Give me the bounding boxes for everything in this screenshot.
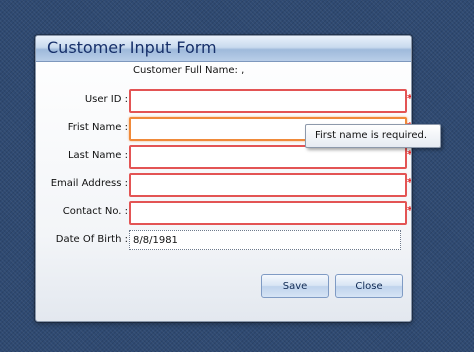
close-button[interactable]: Close [335, 274, 403, 298]
contact-no-label: Contact No. : [62, 206, 128, 217]
validation-tooltip: First name is required. [305, 124, 441, 148]
required-marker: * [407, 204, 411, 217]
date-of-birth-input[interactable] [132, 232, 372, 248]
customer-input-form: Customer Input Form Customer Full Name: … [35, 35, 412, 322]
save-button[interactable]: Save [261, 274, 329, 298]
email-address-input[interactable] [129, 173, 407, 197]
date-of-birth-row: Date Of Birth : 15 [36, 230, 411, 254]
required-marker: * [407, 92, 411, 105]
first-name-label: Frist Name : [67, 122, 128, 133]
last-name-label: Last Name : [67, 150, 128, 161]
contact-no-input[interactable] [129, 201, 407, 225]
email-address-label: Email Address : [50, 178, 128, 189]
email-address-row: Email Address : * [36, 173, 411, 197]
last-name-row: Last Name : * [36, 145, 411, 169]
user-id-input[interactable] [129, 89, 407, 113]
contact-no-row: Contact No. : * [36, 201, 411, 225]
last-name-input[interactable] [129, 145, 407, 169]
customer-full-name-summary: Customer Full Name: , [133, 65, 245, 76]
title-bar: Customer Input Form [36, 36, 411, 62]
user-id-row: User ID : * [36, 89, 411, 113]
form-title: Customer Input Form [47, 38, 217, 57]
date-of-birth-label: Date Of Birth : [55, 234, 128, 245]
date-of-birth-picker[interactable]: 15 [129, 230, 401, 250]
required-marker: * [407, 148, 411, 161]
user-id-label: User ID : [84, 94, 128, 105]
required-marker: * [407, 176, 411, 189]
